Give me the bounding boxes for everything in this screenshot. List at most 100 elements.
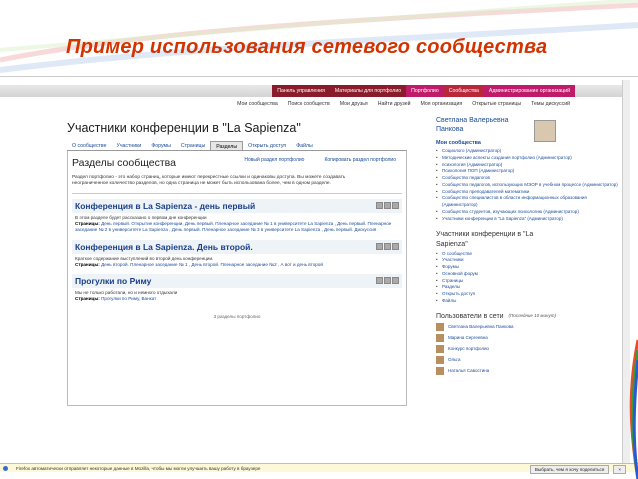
section-item-pages-row: Страницы: День первый. Открытие конферен… <box>75 221 399 233</box>
online-user-name[interactable]: Светлана Валерьевна Панкова <box>448 324 513 329</box>
tab-share[interactable]: Открыть доступ <box>243 141 291 150</box>
online-user-name[interactable]: Ольга <box>448 357 460 362</box>
online-user[interactable]: Ольга <box>436 355 621 364</box>
communities-list: Социолого (Администратор) Методические а… <box>436 148 621 222</box>
community-link-forums[interactable]: Форумы <box>436 264 621 271</box>
section-item-title[interactable]: Прогулки по Риму <box>75 276 151 286</box>
page-title: Участники конференции в "La Sapienza" <box>67 121 301 135</box>
avatar <box>436 322 444 331</box>
settings-icon[interactable] <box>376 243 383 250</box>
sub-nav-find-communities[interactable]: Поиск сообществ <box>283 99 335 110</box>
tab-members[interactable]: Участники <box>112 141 147 150</box>
top-nav-item-communities[interactable]: Сообщества <box>443 85 484 97</box>
online-user[interactable]: Наталья Савостина <box>436 366 621 375</box>
section-count: 3 разделы портфолио <box>213 314 261 320</box>
sub-nav-my-communities[interactable]: Мои сообщества <box>232 99 283 110</box>
sub-nav-find-friends[interactable]: Найти друзей <box>373 99 416 110</box>
online-users-title: Пользователи в сети <box>436 312 504 320</box>
community-item[interactable]: Социолого (Администратор) <box>436 148 621 155</box>
top-nav-item-materials[interactable]: Материалы для портфолио <box>330 85 406 97</box>
section-item-title[interactable]: Конференция в La Sapienza - день первый <box>75 201 255 211</box>
community-tabs: О сообществе Участники Форумы Страницы Р… <box>67 141 407 151</box>
notification-message: Firefox автоматически отправляет некотор… <box>16 465 261 471</box>
avatar[interactable] <box>534 120 556 142</box>
divider <box>72 192 402 194</box>
section-item-header: Конференция в La Sapienza - день первый <box>72 198 402 213</box>
tab-forums[interactable]: Форумы <box>146 141 176 150</box>
pages-label: Страницы: <box>75 261 100 267</box>
section-item-header: Прогулки по Риму <box>72 273 402 288</box>
sections-panel: Разделы сообщества Новый раздел портфоли… <box>67 151 407 406</box>
community-item[interactable]: Сообщество специалистов в области информ… <box>436 195 621 209</box>
edit-icon[interactable] <box>384 277 391 285</box>
user-name[interactable]: Светлана Валерьевна Панкова <box>436 116 536 134</box>
community-link-files[interactable]: Файлы <box>436 298 621 305</box>
section-item-pages[interactable]: Прогулки по Риму, Ванкат <box>101 296 156 301</box>
community-link-sections[interactable]: Разделы <box>436 284 621 291</box>
community-item[interactable]: психология (Администратор) <box>436 162 621 169</box>
tab-sections[interactable]: Разделы <box>210 141 244 150</box>
slide-side-decoration <box>624 90 638 479</box>
edit-icon[interactable] <box>384 202 391 210</box>
community-link-members[interactable]: Участники <box>436 257 621 264</box>
online-user[interactable]: Конкурс портфолио <box>436 344 621 353</box>
section-item: Конференция в La Sapienza. День второй. … <box>72 239 402 270</box>
avatar <box>436 344 444 353</box>
community-link-about[interactable]: О сообществе <box>436 251 621 258</box>
online-user-name[interactable]: Конкурс портфолио <box>448 346 489 351</box>
pages-label: Страницы: <box>75 296 100 302</box>
my-communities-heading[interactable]: Мои сообщества <box>436 140 621 146</box>
top-nav-item-portfolio[interactable]: Портфолио <box>406 85 444 97</box>
community-item[interactable]: Сообщество преподавателей математики <box>436 189 621 196</box>
community-link-share[interactable]: Открыть доступ <box>436 291 621 298</box>
slide-title: Пример использования сетевого сообщества <box>66 36 548 58</box>
community-link-pages[interactable]: Страницы <box>436 278 621 285</box>
section-item: Прогулки по Риму Мы не только работали, … <box>72 273 402 304</box>
section-item-pages[interactable]: День второй. Пленарное заседание № 1 , Д… <box>101 262 323 267</box>
online-user-name[interactable]: Наталья Савостина <box>448 368 489 373</box>
settings-icon[interactable] <box>376 277 383 285</box>
settings-icon[interactable] <box>376 202 383 210</box>
community-item[interactable]: Методические аспекты создания портфолио … <box>436 155 621 162</box>
tab-files[interactable]: Файлы <box>291 141 317 150</box>
community-item[interactable]: Сообщество педагогов, использующих МЭОР … <box>436 182 621 189</box>
community-item[interactable]: Участники конференции в "La Sapienza" (А… <box>436 216 621 223</box>
tab-about[interactable]: О сообществе <box>67 141 112 150</box>
section-actions: Новый раздел портфолио Копировать раздел… <box>244 157 396 163</box>
section-item-title[interactable]: Конференция в La Sapienza. День второй. <box>75 242 253 252</box>
section-item-pages[interactable]: День первый. Открытие конференции, День … <box>75 221 391 232</box>
community-item[interactable]: Сообщество студентов, изучающих психолог… <box>436 209 621 216</box>
new-section-link[interactable]: Новый раздел портфолио <box>244 157 304 163</box>
section-item-pages-row: Страницы: Прогулки по Риму, Ванкат <box>75 296 399 302</box>
section-item-actions <box>376 202 399 210</box>
community-block-title: Участники конференции в "La Sapienza" <box>436 231 534 248</box>
choose-sharing-button[interactable]: Выбрать, чем я хочу поделиться <box>529 465 610 474</box>
delete-icon[interactable] <box>392 243 399 250</box>
sidebar: Светлана Валерьевна Панкова Мои сообщест… <box>436 116 621 375</box>
sub-nav-my-friends[interactable]: Мои друзья <box>335 99 373 110</box>
pages-label: Страницы: <box>75 221 100 227</box>
sub-nav-discussions[interactable]: Темы дискуссий <box>526 99 575 110</box>
section-item-actions <box>376 243 399 250</box>
notification-actions: Выбрать, чем я хочу поделиться × <box>529 465 626 474</box>
delete-icon[interactable] <box>392 277 399 285</box>
edit-icon[interactable] <box>384 243 391 250</box>
sub-nav: Мои сообщества Поиск сообществ Мои друзь… <box>232 99 575 110</box>
delete-icon[interactable] <box>392 202 399 210</box>
section-item-body: Краткое содержание выступлений во второй… <box>72 254 402 270</box>
online-user[interactable]: Марина Сергеевна <box>436 333 621 342</box>
online-user-name[interactable]: Марина Сергеевна <box>448 335 488 340</box>
top-nav-item-dashboard[interactable]: Панель управления <box>272 85 330 97</box>
top-nav-item-admin[interactable]: Администрирование организаций <box>483 85 575 97</box>
sub-nav-my-organization[interactable]: Моя организация <box>416 99 468 110</box>
copy-section-link[interactable]: Копировать раздел портфолио <box>324 157 396 163</box>
community-item[interactable]: Сообщество педагогов <box>436 175 621 182</box>
notification-bar: Firefox автоматически отправляет некотор… <box>0 463 638 474</box>
community-item[interactable]: Психология ПОП (Администратор) <box>436 168 621 175</box>
online-user[interactable]: Светлана Валерьевна Панкова <box>436 322 621 331</box>
tab-pages[interactable]: Страницы <box>176 141 210 150</box>
sub-nav-open-pages[interactable]: Открытые страницы <box>467 99 526 110</box>
info-icon <box>3 465 8 471</box>
online-users-note: (Последние 10 минут) <box>508 312 556 318</box>
community-link-main-forum[interactable]: Основной форум <box>436 271 621 278</box>
